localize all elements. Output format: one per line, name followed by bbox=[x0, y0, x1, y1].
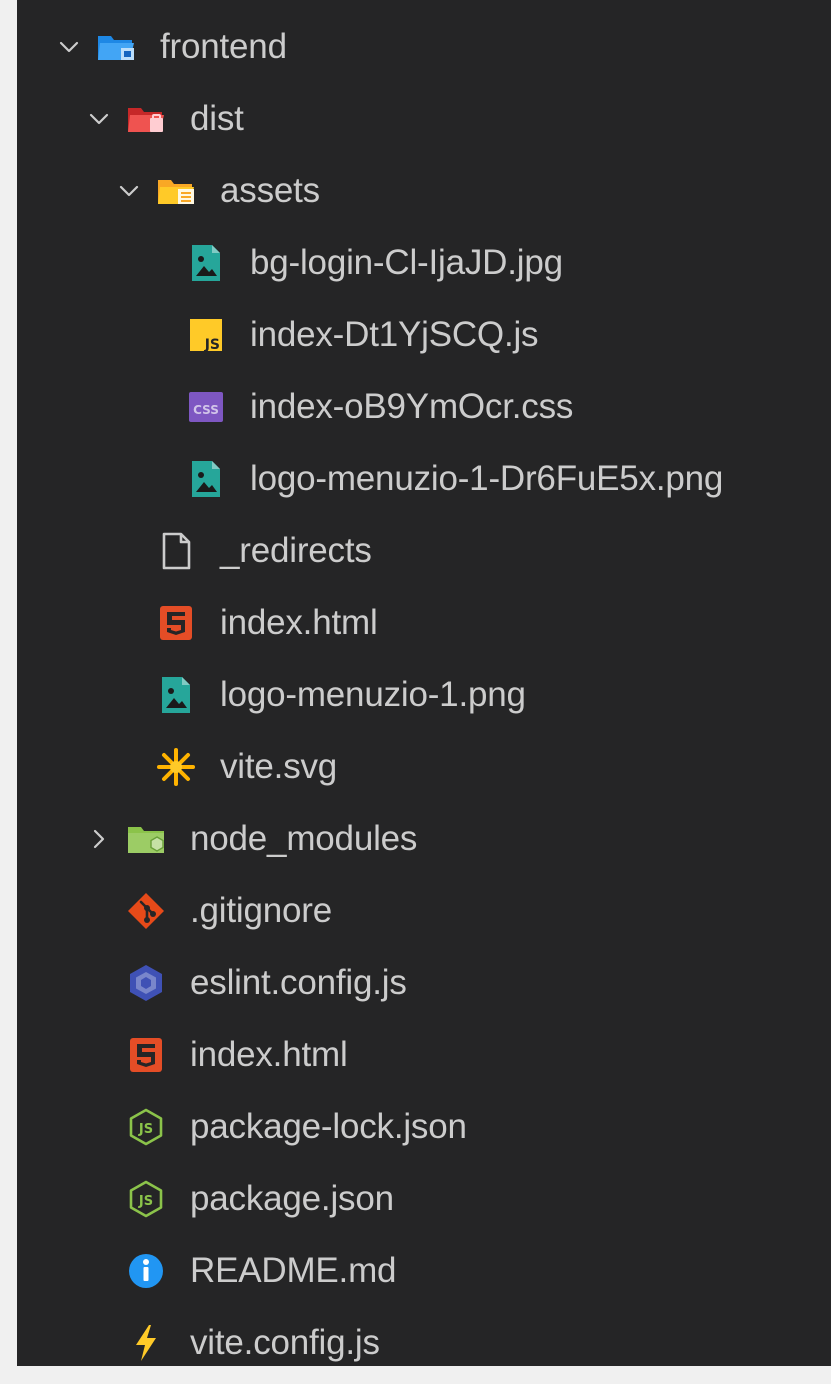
nodejs-file-icon: JS bbox=[124, 1179, 168, 1219]
tree-item-label: assets bbox=[220, 171, 320, 210]
folder-open-red-icon bbox=[124, 99, 168, 139]
chevron-right-icon[interactable] bbox=[84, 824, 114, 854]
html-file-icon bbox=[154, 603, 198, 643]
file-item[interactable]: _redirects bbox=[17, 515, 831, 587]
file-item[interactable]: index.html bbox=[17, 587, 831, 659]
file-item[interactable]: vite.config.js bbox=[17, 1307, 831, 1379]
vite-file-icon bbox=[124, 1323, 168, 1363]
file-item[interactable]: eslint.config.js bbox=[17, 947, 831, 1019]
eslint-file-icon bbox=[124, 963, 168, 1003]
file-item[interactable]: JS package-lock.json bbox=[17, 1091, 831, 1163]
tree-item-label: eslint.config.js bbox=[190, 963, 407, 1002]
file-tree: frontend dist assets bg-login-Cl-IjaJD.jpg J… bbox=[17, 0, 831, 1379]
svg-text:JS: JS bbox=[204, 337, 220, 353]
file-item[interactable]: vite.svg bbox=[17, 731, 831, 803]
tree-item-label: index-Dt1YjSCQ.js bbox=[250, 315, 539, 354]
file-item[interactable]: README.md bbox=[17, 1235, 831, 1307]
file-item[interactable]: JS package.json bbox=[17, 1163, 831, 1235]
javascript-file-icon: JS bbox=[184, 315, 228, 355]
tree-item-label: logo-menuzio-1.png bbox=[220, 675, 526, 714]
tree-item-label: node_modules bbox=[190, 819, 418, 858]
file-item[interactable]: JS index-Dt1YjSCQ.js bbox=[17, 299, 831, 371]
nodejs-file-icon: JS bbox=[124, 1107, 168, 1147]
tree-item-label: dist bbox=[190, 99, 244, 138]
git-file-icon bbox=[124, 891, 168, 931]
folder-node-icon bbox=[124, 819, 168, 859]
chevron-down-icon[interactable] bbox=[84, 104, 114, 134]
svg-text:JS: JS bbox=[138, 1122, 153, 1137]
tree-item-label: package.json bbox=[190, 1179, 394, 1218]
folder-open-blue-icon bbox=[94, 27, 138, 67]
folder-open-yellow-icon bbox=[154, 171, 198, 211]
css-file-icon: CSS bbox=[184, 387, 228, 427]
file-item[interactable]: bg-login-Cl-IjaJD.jpg bbox=[17, 227, 831, 299]
tree-item-label: vite.config.js bbox=[190, 1323, 380, 1362]
tree-item-label: index.html bbox=[220, 603, 378, 642]
folder-item[interactable]: assets bbox=[17, 155, 831, 227]
file-item[interactable]: logo-menuzio-1.png bbox=[17, 659, 831, 731]
tree-item-label: vite.svg bbox=[220, 747, 338, 786]
explorer-panel: frontend dist assets bg-login-Cl-IjaJD.jpg J… bbox=[17, 0, 831, 1366]
tree-item-label: .gitignore bbox=[190, 891, 332, 930]
tree-item-label: README.md bbox=[190, 1251, 397, 1290]
tree-item-label: logo-menuzio-1-Dr6FuE5x.png bbox=[250, 459, 724, 498]
chevron-down-icon[interactable] bbox=[54, 32, 84, 62]
svg-text:JS: JS bbox=[138, 1194, 153, 1209]
file-item[interactable]: .gitignore bbox=[17, 875, 831, 947]
folder-item[interactable]: frontend bbox=[17, 11, 831, 83]
tree-item-label: bg-login-Cl-IjaJD.jpg bbox=[250, 243, 563, 282]
image-file-icon bbox=[184, 459, 228, 499]
image-file-icon bbox=[154, 675, 198, 715]
tree-item-label: _redirects bbox=[220, 531, 372, 570]
image-file-icon bbox=[184, 243, 228, 283]
folder-item[interactable]: dist bbox=[17, 83, 831, 155]
svg-file-icon bbox=[154, 747, 198, 787]
chevron-down-icon[interactable] bbox=[114, 176, 144, 206]
file-item[interactable]: CSS index-oB9YmOcr.css bbox=[17, 371, 831, 443]
tree-item-label: index-oB9YmOcr.css bbox=[250, 387, 574, 426]
file-item[interactable]: index.html bbox=[17, 1019, 831, 1091]
generic-file-icon bbox=[154, 531, 198, 571]
svg-text:CSS: CSS bbox=[193, 403, 219, 417]
folder-item[interactable]: node_modules bbox=[17, 803, 831, 875]
info-file-icon bbox=[124, 1251, 168, 1291]
file-item[interactable]: logo-menuzio-1-Dr6FuE5x.png bbox=[17, 443, 831, 515]
tree-item-label: index.html bbox=[190, 1035, 348, 1074]
tree-item-label: package-lock.json bbox=[190, 1107, 467, 1146]
tree-item-label: frontend bbox=[160, 27, 287, 66]
html-file-icon bbox=[124, 1035, 168, 1075]
